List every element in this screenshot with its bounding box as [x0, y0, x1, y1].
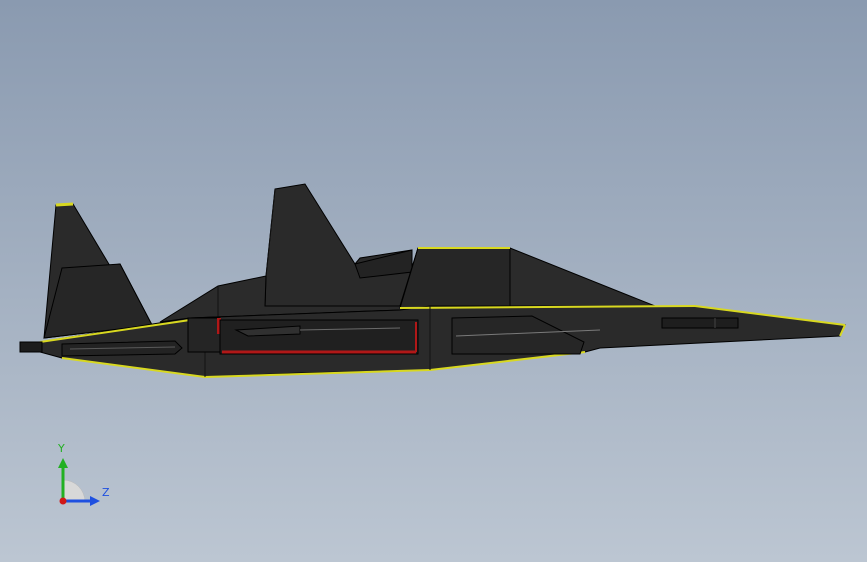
rear-engine-pod[interactable]: [61, 340, 183, 357]
nose-detail[interactable]: [661, 317, 739, 329]
triad-graphic: [58, 458, 100, 506]
weapons-bay[interactable]: [219, 319, 419, 355]
triad-origin: [59, 497, 67, 505]
y-axis-arrow: [58, 458, 68, 468]
exhaust-nozzle[interactable]: [19, 341, 43, 353]
y-axis-label: Y: [58, 442, 65, 455]
triad-quadrant: [62, 479, 86, 503]
z-axis-label: Z: [102, 486, 110, 499]
model-canvas: [0, 0, 867, 562]
air-intake[interactable]: [187, 317, 221, 353]
graphics-viewport[interactable]: Y Z: [0, 0, 867, 562]
coordinate-triad[interactable]: Y Z: [40, 440, 130, 520]
z-axis-arrow: [90, 496, 100, 506]
